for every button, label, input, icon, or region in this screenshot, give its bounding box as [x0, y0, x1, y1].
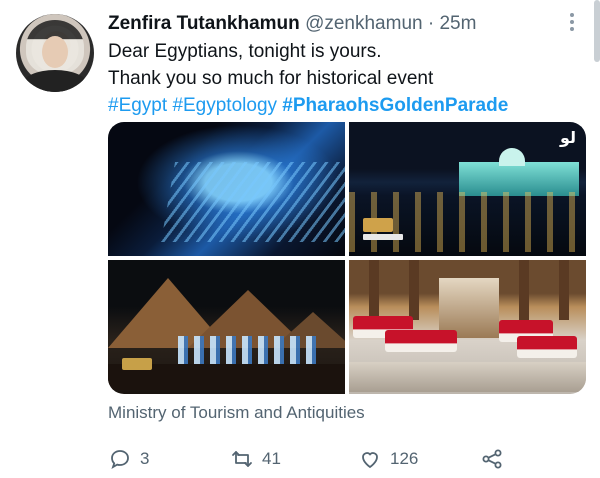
tweet-line-1: Dear Egyptians, tonight is yours.: [108, 41, 382, 62]
column: [409, 260, 419, 320]
dome-shape: [499, 148, 525, 166]
retweet-count: 41: [262, 449, 281, 468]
avatar-body: [22, 70, 88, 92]
retweet-icon: [232, 451, 252, 467]
like-icon: [362, 452, 378, 469]
like-button[interactable]: 126: [358, 444, 418, 474]
performers: [178, 336, 318, 364]
more-dot: [570, 13, 574, 17]
separator-dot: ·: [427, 13, 435, 34]
media-image-4[interactable]: [349, 260, 586, 394]
author-handle[interactable]: @zenkhamun: [305, 13, 423, 34]
broadcast-badge: [363, 218, 393, 232]
hashtag-egypt[interactable]: #Egypt: [108, 95, 167, 116]
media-image-3[interactable]: [108, 260, 345, 394]
hashtag-egyptology[interactable]: #Egyptology: [172, 95, 277, 116]
tweet-time[interactable]: 25m: [439, 13, 476, 34]
media-source[interactable]: Ministry of Tourism and Antiquities: [108, 403, 365, 423]
action-bar: 3 41 126: [108, 444, 578, 474]
light-beams: [160, 162, 345, 242]
media-image-1[interactable]: [108, 122, 345, 256]
display-case: [385, 330, 457, 352]
author-name[interactable]: Zenfira Tutankhamun: [108, 13, 300, 34]
share-button[interactable]: [480, 444, 504, 474]
broadcast-badge: [122, 358, 152, 370]
share-icon: [482, 449, 502, 469]
retweet-button[interactable]: 41: [230, 444, 281, 474]
tweet-line-2: Thank you so much for historical event: [108, 68, 434, 89]
reply-button[interactable]: 3: [108, 444, 149, 474]
more-dot: [570, 27, 574, 31]
scrollbar-thumb[interactable]: [594, 0, 600, 62]
tweet-header: Zenfira Tutankhamun @zenkhamun · 25m: [108, 12, 568, 36]
more-options-icon[interactable]: [560, 10, 584, 34]
media-grid: لو: [108, 122, 586, 394]
like-count: 126: [390, 449, 419, 468]
reply-count: 3: [140, 449, 150, 468]
palace-shape: [459, 162, 579, 196]
corridor: [439, 278, 499, 338]
column: [519, 260, 529, 320]
channel-logo: لو: [559, 130, 576, 147]
media-image-2[interactable]: لو: [349, 122, 586, 256]
avatar[interactable]: [16, 14, 94, 92]
reply-icon: [111, 450, 129, 469]
more-dot: [570, 20, 574, 24]
broadcast-banner: [363, 234, 403, 240]
display-case: [517, 336, 577, 358]
tweet-text: Dear Egyptians, tonight is yours. Thank …: [108, 38, 578, 119]
hashtags-line: #Egypt #Egyptology #PharaohsGoldenParade: [108, 92, 578, 119]
column: [559, 260, 569, 320]
column: [369, 260, 379, 320]
hashtag-pharaohs-golden-parade[interactable]: #PharaohsGoldenParade: [282, 95, 508, 116]
floor: [349, 362, 586, 392]
avatar-face: [42, 36, 68, 68]
